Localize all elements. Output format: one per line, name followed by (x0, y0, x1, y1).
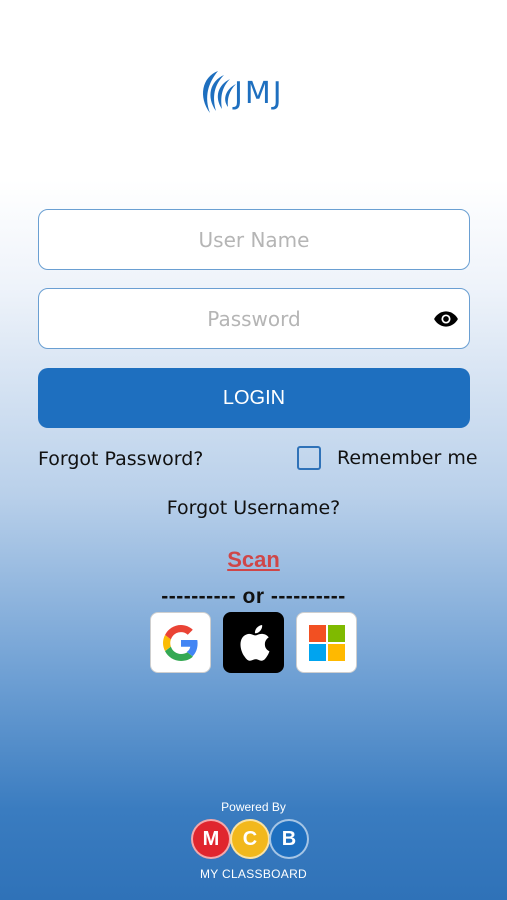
scan-link[interactable]: Scan (0, 547, 507, 573)
logo-text: JMJ (234, 75, 284, 111)
or-divider: ---------- or ---------- (161, 585, 346, 608)
remember-me-label: Remember me (337, 447, 478, 469)
app-logo: JMJ (196, 66, 316, 120)
forgot-username-link[interactable]: Forgot Username? (0, 497, 507, 519)
remember-me-checkbox[interactable] (297, 446, 321, 470)
microsoft-signin-button[interactable] (296, 612, 357, 673)
forgot-password-link[interactable]: Forgot Password? (38, 448, 203, 470)
mcb-letter-b: B (269, 819, 309, 859)
remember-me-toggle[interactable]: Remember me (297, 446, 478, 470)
apple-icon (239, 624, 269, 661)
password-field-container (38, 288, 470, 349)
powered-by-label: Powered By (221, 800, 286, 814)
mcb-logo: M C B (191, 818, 311, 860)
microsoft-icon (308, 624, 345, 661)
apple-signin-button[interactable] (223, 612, 284, 673)
username-input[interactable] (39, 210, 469, 269)
login-button[interactable]: LOGIN (38, 368, 470, 428)
password-input[interactable] (39, 289, 469, 348)
username-field-container (38, 209, 470, 270)
mcb-letter-c: C (230, 819, 270, 859)
my-classboard-caption: MY CLASSBOARD (199, 867, 308, 881)
google-signin-button[interactable] (150, 612, 211, 673)
eye-icon[interactable] (433, 306, 459, 332)
google-icon (162, 624, 198, 661)
mcb-letter-m: M (191, 819, 231, 859)
